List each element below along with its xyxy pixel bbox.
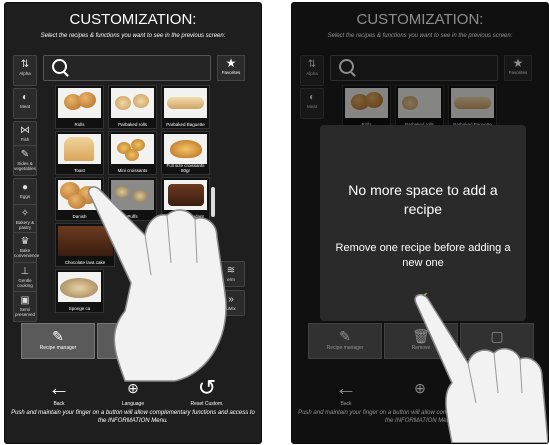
customization-screen: CUSTOMIZATION: Select the recipes & func…	[4, 2, 262, 444]
croissant-image	[164, 134, 207, 164]
sidebar-item-label: Bake convenience	[14, 248, 40, 258]
page-title: CUSTOMIZATION:	[69, 11, 197, 28]
recipe-label: Parbaked Baguette	[166, 122, 205, 127]
recipe-label: Mini croissants	[117, 168, 148, 173]
sidebar-item-meat[interactable]: ◐ Meat	[13, 88, 37, 119]
sidebar-item-label: Eggs	[19, 194, 31, 199]
star-icon: ★	[225, 56, 237, 70]
search-bar[interactable]	[43, 55, 211, 81]
recipe-label: Rolls	[74, 122, 85, 127]
edit-icon: ✎	[52, 328, 64, 344]
customization-screen-dialog: CUSTOMIZATION: Select the recipes & func…	[291, 2, 549, 444]
sidebar-item-bake-convenience[interactable]: ♛ Bake convenience	[13, 232, 40, 263]
sidebar-item-bakery[interactable]: ✧ Bakery & pastry	[13, 204, 37, 235]
recipe-tile[interactable]: Parbaked Baguette	[161, 85, 210, 129]
sidebar-item-label: Fish	[20, 137, 30, 142]
button-label: Back	[53, 401, 65, 407]
sidebar-item-label: Bakery & pastry	[15, 220, 35, 230]
rolls-image	[58, 88, 101, 118]
button-label: Recipe manager	[39, 345, 77, 351]
button-label: Language	[121, 401, 145, 407]
recipe-tile[interactable]: Mini croissants	[108, 131, 157, 175]
sidebar-item-alpha[interactable]: ⇅ Alpha	[13, 55, 37, 86]
sidebar-item-label: Gentle cooking	[17, 278, 33, 288]
button-label: Reset Custom.	[190, 401, 224, 407]
recipe-label: Parbaked rolls	[118, 122, 147, 127]
no-space-dialog: No more space to add a recipe Remove one…	[320, 125, 526, 321]
meat-icon: ◐	[21, 92, 29, 103]
footer-hint: Push and maintain your finger on a butto…	[11, 410, 255, 424]
pointing-hand-illustration	[87, 186, 227, 382]
mini-croissants-image	[111, 134, 154, 164]
recipe-tile[interactable]: Toast	[55, 131, 104, 175]
sidebar-item-semi-preserved[interactable]: ▣ Semi preserved	[13, 291, 37, 322]
recipe-tile[interactable]: Parbaked rolls	[108, 85, 157, 129]
recipe-label: Full size croissants 80gr	[166, 163, 205, 173]
dialog-heading: No more space to add a recipe	[348, 182, 498, 217]
pointing-hand-illustration	[414, 293, 548, 443]
fish-icon: ⋈	[20, 125, 30, 136]
parbaked-rolls-image	[111, 88, 154, 118]
sidebar-item-label: Semi preserved	[14, 307, 35, 317]
recipe-manager-button[interactable]: ✎ Recipe manager	[21, 323, 95, 359]
thermometer-icon: ⊥	[20, 266, 30, 277]
carrot-icon: ✎	[20, 149, 30, 160]
arrow-left-icon: ←	[48, 375, 70, 400]
recipe-tile[interactable]: Full size croissants 80gr	[161, 131, 210, 175]
search-icon	[52, 59, 67, 74]
favorites-label: Favorites	[221, 70, 241, 75]
jar-icon: ▣	[20, 295, 30, 306]
favorites-button[interactable]: ★ Favorites	[217, 55, 245, 81]
toast-image	[58, 134, 101, 164]
whisk-icon: ✧	[20, 208, 30, 219]
dialog-message: Remove one recipe before adding a new on…	[335, 242, 511, 269]
parbaked-baguette-image	[164, 88, 207, 118]
page-subtitle: Select the recipes & functions you want …	[40, 33, 226, 39]
sidebar-item-label: Sides & vegetables	[14, 161, 36, 171]
sidebar-item-label: Alpha	[19, 71, 31, 76]
sidebar-item-label: Meat	[19, 104, 30, 109]
egg-icon: ●	[21, 182, 29, 193]
sidebar-item-sides[interactable]: ✎ Sides & vegetables	[13, 145, 37, 176]
recipe-label: Toast	[74, 168, 85, 173]
recipe-tile[interactable]: Rolls	[55, 85, 104, 129]
alpha-sort-icon: ⇅	[20, 59, 30, 70]
chef-hat-icon: ♛	[20, 236, 30, 247]
sidebar-item-gentle-cooking[interactable]: ⊥ Gentle cooking	[13, 262, 37, 293]
